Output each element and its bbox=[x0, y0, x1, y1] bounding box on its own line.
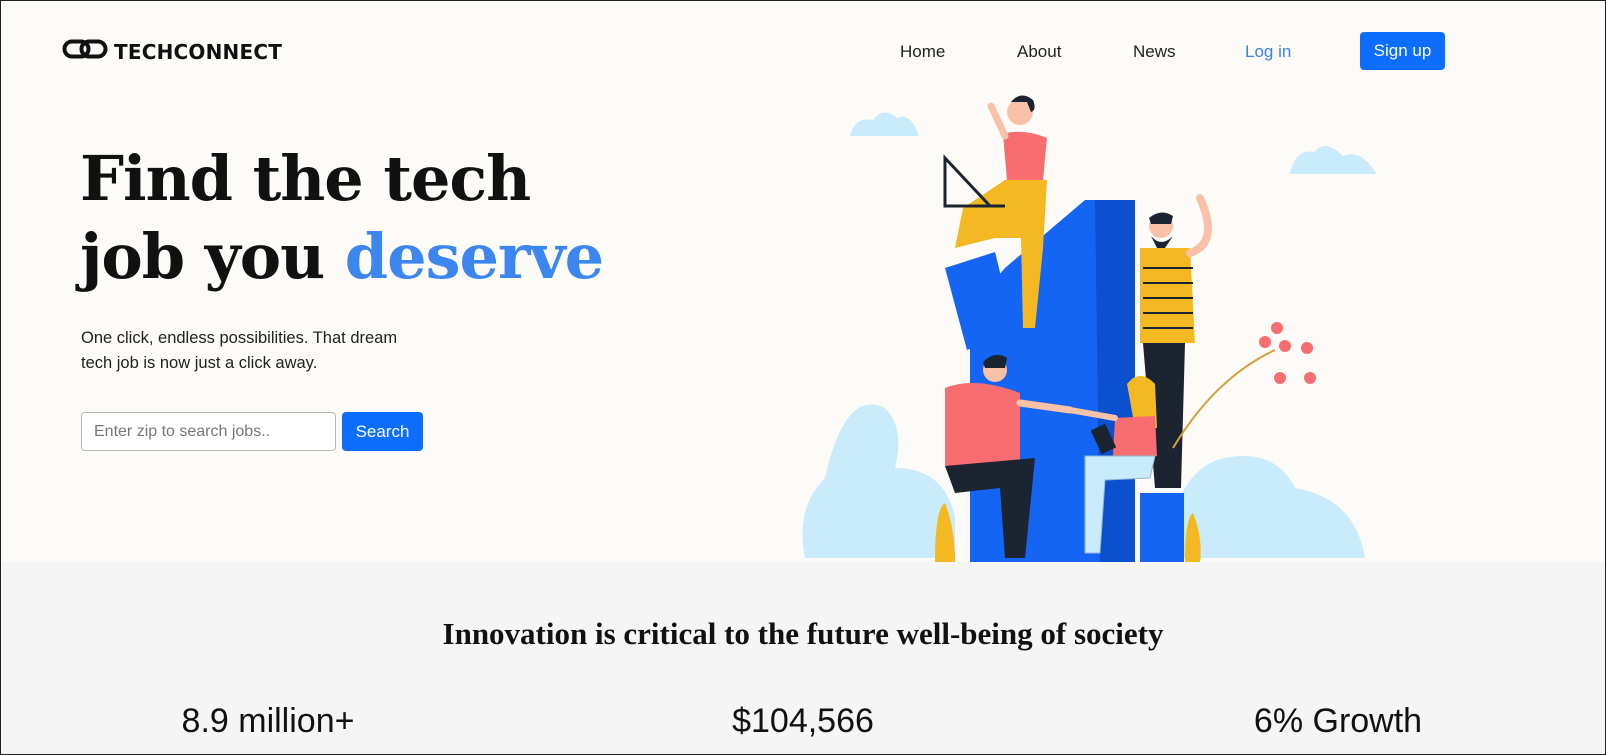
section-tagline: Innovation is critical to the future wel… bbox=[442, 616, 1164, 651]
hero-subtitle: One click, endless possibilities. That d… bbox=[81, 329, 398, 372]
hero-title-accent: deserve bbox=[344, 220, 604, 293]
hero-title: Find the tech job you deserve bbox=[80, 140, 604, 296]
nav-login-link[interactable]: Log in bbox=[1245, 42, 1291, 62]
chain-link-icon bbox=[62, 38, 108, 65]
zip-search-input[interactable] bbox=[81, 412, 336, 451]
stat-salary: $104,566 bbox=[732, 702, 874, 740]
hero-title-line1: Find the tech bbox=[80, 142, 531, 215]
brand-logo[interactable]: TECHCONNECT bbox=[62, 38, 282, 65]
nav-news-link[interactable]: News bbox=[1133, 42, 1176, 62]
brand-name: TECHCONNECT bbox=[114, 39, 283, 64]
hero-illustration bbox=[795, 88, 1435, 573]
nav-about-link[interactable]: About bbox=[1017, 42, 1061, 62]
team-illustration bbox=[795, 95, 1395, 565]
nav-home-link[interactable]: Home bbox=[900, 42, 945, 62]
stat-jobs: 8.9 million+ bbox=[181, 702, 355, 740]
hero-title-line2-prefix: job you bbox=[80, 220, 345, 293]
signup-button[interactable]: Sign up bbox=[1360, 32, 1445, 70]
search-button[interactable]: Search bbox=[342, 412, 423, 451]
stat-growth: 6% Growth bbox=[1253, 702, 1423, 740]
